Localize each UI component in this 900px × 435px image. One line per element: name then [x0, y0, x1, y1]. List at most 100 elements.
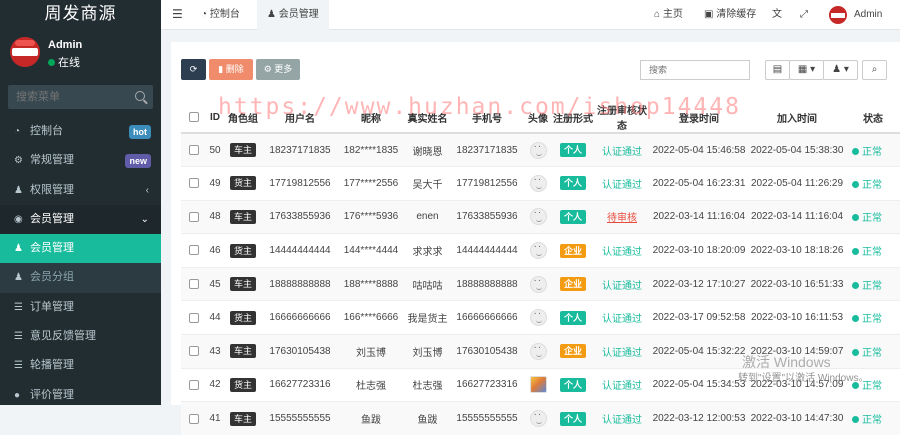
cell-audit[interactable]: 认证通过 — [594, 132, 650, 167]
sidebar-item-label: 会员分组 — [30, 271, 74, 284]
audit-status[interactable]: 认证通过 — [602, 180, 642, 191]
row-checkbox[interactable] — [181, 199, 207, 234]
row-checkbox[interactable] — [181, 132, 207, 167]
row-checkbox[interactable] — [181, 334, 207, 369]
sidebar-item-1[interactable]: ⚙ 常规管理 new — [0, 146, 161, 175]
fullscreen-icon[interactable]: ⤢ — [800, 0, 808, 30]
columns-dropdown[interactable]: ▦ ▾ — [789, 60, 824, 80]
cell-audit[interactable]: 认证通过 — [594, 266, 650, 301]
audit-status[interactable]: 认证通过 — [602, 281, 642, 292]
audit-status[interactable]: 认证通过 — [602, 381, 642, 392]
cell-phone: 17633855936 — [450, 199, 524, 234]
sidebar-item-4[interactable]: ♟ 会员管理 — [0, 234, 161, 264]
table-row[interactable]: 46 货主 14444444444 144****4444 求求求 14444444444… — [181, 233, 900, 268]
cell-avatar[interactable] — [524, 300, 552, 335]
audit-status[interactable]: 认证通过 — [602, 147, 642, 158]
tab-member-manage[interactable]: ♟ 会员管理 — [257, 0, 329, 30]
sidebar-search-input[interactable] — [8, 85, 153, 109]
hamburger-icon[interactable]: ☰ — [172, 0, 183, 30]
cell-nickname: 182****1835 — [337, 132, 405, 167]
sidebar-item-7[interactable]: ☰ 意见反馈管理 — [0, 322, 161, 351]
cell-audit[interactable]: 待审核 — [594, 199, 650, 234]
cell-avatar[interactable] — [524, 266, 552, 301]
cell-audit[interactable]: 认证通过 — [594, 166, 650, 201]
more-button[interactable]: ⚙ 更多 — [256, 59, 300, 80]
avatar[interactable] — [529, 308, 547, 327]
avatar[interactable] — [529, 409, 547, 428]
avatar[interactable] — [529, 174, 547, 192]
avatar[interactable] — [10, 37, 40, 67]
sidebar-item-8[interactable]: ☰ 轮播管理 — [0, 351, 161, 380]
audit-status[interactable]: 认证通过 — [602, 314, 642, 325]
row-checkbox[interactable] — [181, 233, 207, 268]
table-row[interactable]: 50 车主 18237171835 182****1835 谢晓恩 18237171835… — [181, 132, 900, 167]
cell-avatar[interactable] — [524, 166, 552, 201]
avatar[interactable] — [529, 207, 547, 226]
avatar[interactable] — [529, 342, 547, 360]
admin-menu[interactable] — [829, 0, 848, 30]
cell-avatar[interactable] — [524, 233, 552, 268]
cell-avatar[interactable] — [524, 199, 552, 234]
cell-avatar[interactable] — [524, 132, 552, 167]
home-label: 主页 — [662, 9, 683, 20]
cell-audit[interactable]: 认证通过 — [594, 300, 650, 335]
select-all-checkbox[interactable] — [181, 102, 207, 134]
row-checkbox[interactable] — [181, 367, 207, 402]
row-checkbox[interactable] — [181, 401, 207, 435]
tab-member-label: 会员管理 — [278, 9, 319, 20]
table-row[interactable]: 49 货主 17719812556 177****2556 吴大千 17719812556… — [181, 166, 900, 201]
table-row[interactable]: 41车主15555555555鱼跋鱼跋15555555555个人认证通过2022… — [181, 401, 900, 435]
user-icon: ♟ — [14, 243, 23, 255]
col-join-time[interactable]: 加入时间 — [748, 102, 846, 134]
cell-nickname: 杜志强 — [337, 367, 405, 402]
cell-audit[interactable]: 认证通过 — [594, 367, 650, 402]
avatar[interactable] — [529, 275, 547, 293]
avatar[interactable] — [529, 376, 547, 394]
home-link[interactable]: ⌂ 主页 — [654, 0, 683, 30]
brand-logo[interactable]: 周发商源 — [0, 0, 161, 30]
export-dropdown[interactable]: ♟ ▾ — [823, 60, 858, 80]
search-icon[interactable] — [135, 91, 145, 101]
tab-dashboard[interactable]: ◔ 控制台 — [201, 0, 240, 30]
audit-status[interactable]: 待审核 — [607, 213, 637, 224]
sidebar-item-5[interactable]: ♟ 会员分组 — [0, 263, 161, 293]
refresh-button[interactable]: ⟳ — [181, 59, 206, 80]
row-checkbox[interactable] — [181, 166, 207, 201]
table-row[interactable]: 48 车主 17633855936 176****5936 enen 1763385593… — [181, 199, 900, 234]
clear-cache-button[interactable]: ▣ 清除缓存 — [704, 0, 756, 30]
audit-status[interactable]: 认证通过 — [602, 348, 642, 359]
advanced-search-button[interactable]: ⌕ — [862, 60, 887, 80]
role-badge: 货主 — [229, 243, 256, 258]
sidebar-item-9[interactable]: ● 评价管理 — [0, 381, 161, 410]
delete-button[interactable]: ▮ 删除 — [209, 59, 253, 80]
language-icon[interactable]: 文 — [772, 0, 782, 30]
user-icon: ♟ — [267, 9, 279, 20]
cell-avatar[interactable] — [524, 367, 552, 402]
cell-join-time: 2022-03-10 16:51:33 — [748, 266, 846, 301]
row-checkbox[interactable] — [181, 266, 207, 301]
cell-audit[interactable]: 认证通过 — [594, 334, 650, 369]
sidebar-item-0[interactable]: ◔ 控制台 hot — [0, 117, 161, 146]
toggle-view-icon[interactable]: ▤ — [765, 60, 790, 80]
cell-audit[interactable]: 认证通过 — [594, 233, 650, 268]
table-search-input[interactable] — [640, 60, 750, 80]
cell-login-time: 2022-05-04 16:23:31 — [650, 166, 748, 201]
table-row[interactable]: 44 货主 16666666666 166****6666 我是货主 1666666666… — [181, 300, 900, 335]
sidebar-item-2[interactable]: ♟ 权限管理 ‹ — [0, 176, 161, 205]
audit-status[interactable]: 认证通过 — [602, 415, 642, 426]
avatar[interactable] — [529, 141, 547, 159]
col-status[interactable]: 状态 — [846, 102, 900, 134]
avatar[interactable] — [529, 241, 547, 260]
audit-status[interactable]: 认证通过 — [602, 247, 642, 258]
cell-avatar[interactable] — [524, 334, 552, 369]
sidebar-item-6[interactable]: ☰ 订单管理 — [0, 293, 161, 322]
sidebar-item-3[interactable]: ◉ 会员管理 ⌄ — [0, 204, 161, 235]
reg-type-badge: 个人 — [559, 310, 586, 325]
cell-audit[interactable]: 认证通过 — [594, 401, 650, 435]
table-row[interactable]: 45 车主 18888888888 188****8888 咕咕咕 18888888888… — [181, 266, 900, 301]
cell-avatar[interactable] — [524, 401, 552, 435]
sidebar-item-label: 会员管理 — [30, 242, 74, 255]
admin-name[interactable]: Admin — [854, 0, 882, 30]
row-checkbox[interactable] — [181, 300, 207, 335]
member-table: ID 角色组 用户名 昵称 真实姓名 手机号 头像 注册形式 注册审核状态 登录… — [181, 102, 900, 435]
